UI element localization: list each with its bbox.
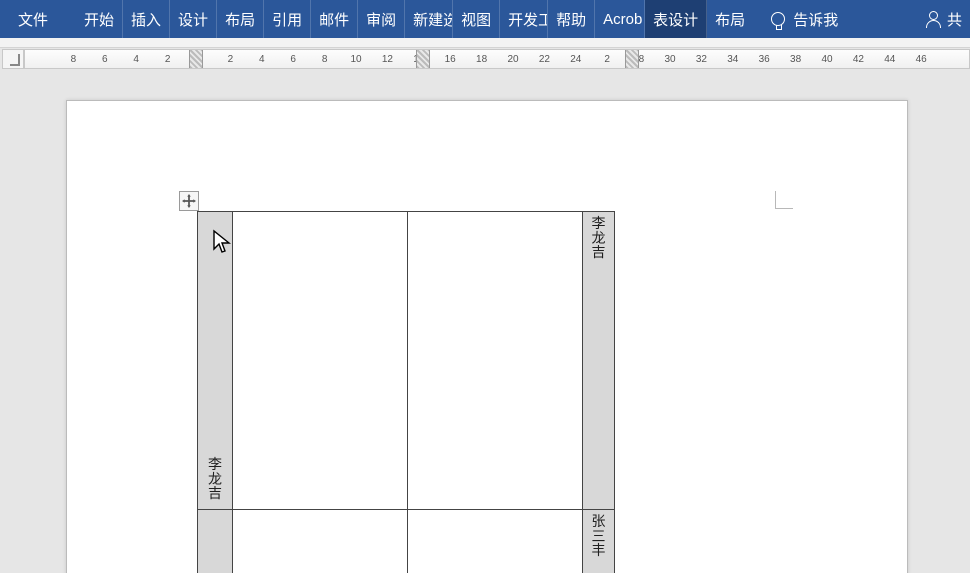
tab-layout[interactable]: 布局 bbox=[217, 0, 264, 38]
table-move-handle[interactable] bbox=[179, 191, 199, 211]
ruler-row: 8642246810121416182022242283032343638404… bbox=[0, 48, 970, 70]
ruler-tick: 2 bbox=[228, 54, 234, 65]
tab-acrobat[interactable]: Acrob bbox=[595, 0, 645, 38]
ribbon: 文件 开始 插入 设计 布局 引用 邮件 审阅 新建选 视图 开发工 帮助 Ac… bbox=[0, 0, 970, 38]
ruler-column-marker[interactable] bbox=[189, 50, 203, 68]
ruler-tick: 34 bbox=[727, 54, 738, 65]
ruler-tick: 6 bbox=[102, 54, 108, 65]
ruler-tick: 44 bbox=[884, 54, 895, 65]
table-cell[interactable] bbox=[408, 212, 583, 510]
tab-new[interactable]: 新建选 bbox=[405, 0, 453, 38]
tab-review[interactable]: 审阅 bbox=[358, 0, 405, 38]
ruler-tick: 24 bbox=[570, 54, 581, 65]
ruler-tick: 30 bbox=[664, 54, 675, 65]
tab-design[interactable]: 设计 bbox=[170, 0, 217, 38]
bulb-icon bbox=[771, 12, 785, 26]
ruler-tick: 2 bbox=[604, 54, 610, 65]
tab-references[interactable]: 引用 bbox=[264, 0, 311, 38]
ruler-tick: 10 bbox=[350, 54, 361, 65]
ruler-column-marker[interactable] bbox=[625, 50, 639, 68]
tab-insert[interactable]: 插入 bbox=[123, 0, 170, 38]
tab-help[interactable]: 帮助 bbox=[548, 0, 595, 38]
document-table[interactable]: 李龙吉 李龙吉 张三丰 bbox=[197, 211, 615, 573]
tab-developer[interactable]: 开发工 bbox=[500, 0, 548, 38]
ruler-tick: 22 bbox=[539, 54, 550, 65]
ruler-tick: 12 bbox=[382, 54, 393, 65]
share-label: 共 bbox=[947, 9, 962, 30]
tab-mailings[interactable]: 邮件 bbox=[311, 0, 358, 38]
ruler-column-marker[interactable] bbox=[416, 50, 430, 68]
tab-view[interactable]: 视图 bbox=[453, 0, 500, 38]
workspace: 李龙吉 李龙吉 张三丰 bbox=[0, 70, 970, 573]
tab-home[interactable]: 开始 bbox=[76, 0, 123, 38]
ruler-tick: 46 bbox=[916, 54, 927, 65]
ruler-tick: 36 bbox=[759, 54, 770, 65]
cell-text: 李龙吉 bbox=[208, 459, 222, 503]
toolbar-strip bbox=[0, 38, 970, 48]
table-cell[interactable] bbox=[198, 510, 233, 573]
ruler-tick: 16 bbox=[445, 54, 456, 65]
tab-table-design[interactable]: 表设计 bbox=[645, 0, 707, 38]
ruler-tick: 18 bbox=[476, 54, 487, 65]
ruler-tick: 6 bbox=[290, 54, 296, 65]
person-icon bbox=[925, 11, 941, 27]
share-button[interactable]: 共 bbox=[917, 0, 970, 38]
ruler-tick: 42 bbox=[853, 54, 864, 65]
ruler-tick: 8 bbox=[71, 54, 77, 65]
table-cell[interactable] bbox=[233, 510, 408, 573]
horizontal-ruler[interactable]: 8642246810121416182022242283032343638404… bbox=[24, 49, 970, 69]
table-cell[interactable] bbox=[233, 212, 408, 510]
ruler-tick: 4 bbox=[133, 54, 139, 65]
ruler-tick: 2 bbox=[165, 54, 171, 65]
tab-table-layout[interactable]: 布局 bbox=[707, 0, 753, 38]
page: 李龙吉 李龙吉 张三丰 bbox=[66, 100, 908, 573]
table-cell[interactable]: 李龙吉 bbox=[198, 212, 233, 510]
table-cell[interactable] bbox=[408, 510, 583, 573]
ruler-tick: 32 bbox=[696, 54, 707, 65]
table-cell[interactable]: 李龙吉 bbox=[583, 212, 615, 510]
ruler-tick: 20 bbox=[507, 54, 518, 65]
cell-text: 张三丰 bbox=[592, 516, 606, 560]
table-row: 李龙吉 李龙吉 bbox=[198, 212, 615, 510]
ruler-tick: 8 bbox=[322, 54, 328, 65]
table-cell[interactable]: 张三丰 bbox=[583, 510, 615, 573]
table-row: 张三丰 bbox=[198, 510, 615, 573]
tab-file[interactable]: 文件 bbox=[0, 0, 66, 38]
ruler-corner[interactable] bbox=[2, 49, 24, 69]
tell-me-label: 告诉我 bbox=[793, 9, 838, 30]
margin-corner-mark bbox=[775, 191, 793, 209]
ruler-tick: 4 bbox=[259, 54, 265, 65]
move-icon bbox=[182, 194, 196, 208]
ruler-tick: 38 bbox=[790, 54, 801, 65]
ruler-tick: 40 bbox=[821, 54, 832, 65]
tell-me[interactable]: 告诉我 bbox=[753, 0, 856, 38]
cell-text: 李龙吉 bbox=[592, 218, 606, 262]
